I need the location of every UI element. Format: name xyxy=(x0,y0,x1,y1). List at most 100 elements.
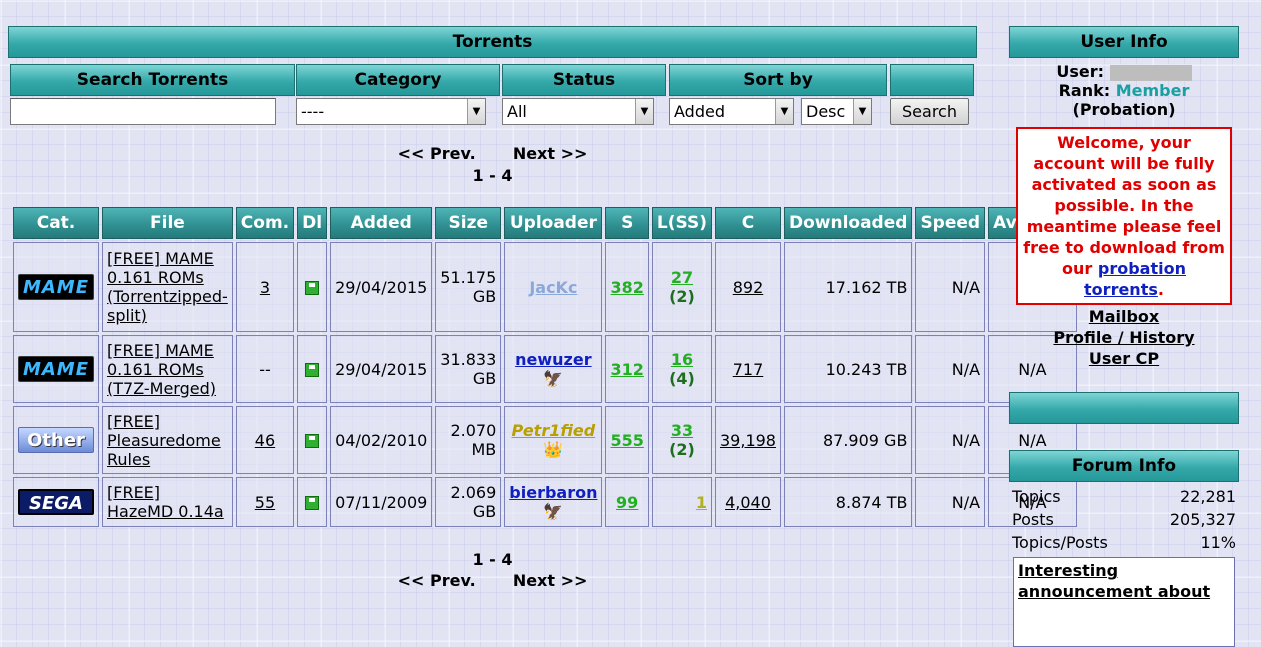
col-speed[interactable]: Speed xyxy=(915,207,986,239)
download-icon[interactable] xyxy=(305,496,320,510)
col-file[interactable]: File xyxy=(102,207,233,239)
leechers-cell: 27 (2) xyxy=(651,242,712,332)
chevron-down-icon: ▼ xyxy=(467,99,485,124)
leechers-link[interactable]: 27 xyxy=(671,268,693,287)
download-icon[interactable] xyxy=(305,363,320,377)
uploader-cell: Petr1fied 👑 xyxy=(504,406,603,474)
page-range-bottom: 1 - 4 xyxy=(472,550,513,569)
category-cell[interactable]: SEGA xyxy=(13,477,99,527)
superseeders-count: (2) xyxy=(669,287,695,306)
status-select[interactable]: All ▼ xyxy=(502,98,654,125)
speed-cell: N/A xyxy=(915,335,986,403)
file-link[interactable]: [FREE] Pleasuredome Rules xyxy=(107,412,221,469)
search-button[interactable]: Search xyxy=(890,98,969,125)
table-row: MAME [FREE] MAME 0.161 ROMs (T7Z-Merged)… xyxy=(13,335,1077,403)
mame-logo-icon[interactable]: MAME xyxy=(18,274,94,300)
category-header: Category xyxy=(296,64,500,96)
prev-link[interactable]: << Prev. xyxy=(398,571,476,590)
download-icon[interactable] xyxy=(305,281,320,295)
search-input[interactable] xyxy=(10,98,276,125)
sega-logo-icon[interactable]: SEGA xyxy=(18,489,94,515)
downloaded-cell: 17.162 TB xyxy=(783,242,913,332)
file-link[interactable]: [FREE] MAME 0.161 ROMs (Torrentzipped-sp… xyxy=(107,249,228,325)
forum-stat-value: 11% xyxy=(1200,533,1236,552)
next-link[interactable]: Next >> xyxy=(513,571,588,590)
seeders-cell: 555 xyxy=(605,406,649,474)
profile-history-link[interactable]: Profile / History xyxy=(1009,327,1239,348)
announcement-link[interactable]: Interesting announcement about xyxy=(1013,557,1235,647)
order-select[interactable]: Desc ▼ xyxy=(801,98,872,125)
leechers-cell: 33 (2) xyxy=(651,406,712,474)
category-cell[interactable]: MAME xyxy=(13,242,99,332)
seeders-link[interactable]: 555 xyxy=(610,431,643,450)
torrents-panel: Torrents Search Torrents Category Status… xyxy=(8,26,1077,590)
leechers-link[interactable]: 1 xyxy=(696,493,707,512)
category-cell[interactable]: MAME xyxy=(13,335,99,403)
prev-link[interactable]: << Prev. xyxy=(398,144,476,163)
downloaded-cell: 8.874 TB xyxy=(783,477,913,527)
uploader-link[interactable]: newuzer xyxy=(509,350,597,369)
col-cat[interactable]: Cat. xyxy=(13,207,99,239)
next-link[interactable]: Next >> xyxy=(513,144,588,163)
status-header: Status xyxy=(502,64,666,96)
comments-cell: 55 xyxy=(235,477,295,527)
col-uploader[interactable]: Uploader xyxy=(504,207,603,239)
comments-link[interactable]: 3 xyxy=(260,278,270,297)
leechers-link[interactable]: 33 xyxy=(671,421,693,440)
col-added[interactable]: Added xyxy=(330,207,433,239)
col-completed[interactable]: C xyxy=(715,207,781,239)
col-seeders[interactable]: S xyxy=(605,207,649,239)
comments-link[interactable]: 46 xyxy=(255,431,275,450)
sort-by-header: Sort by xyxy=(669,64,887,96)
forum-stat-row: Posts 205,327 xyxy=(1009,508,1239,531)
forum-stat-value: 22,281 xyxy=(1180,487,1236,506)
completed-link[interactable]: 4,040 xyxy=(725,493,771,512)
completed-cell: 39,198 xyxy=(715,406,781,474)
rank-label: Rank: xyxy=(1058,81,1111,100)
download-icon[interactable] xyxy=(305,434,320,448)
uploader-link[interactable]: Petr1fied xyxy=(509,421,597,440)
mailbox-link[interactable]: Mailbox xyxy=(1009,306,1239,327)
completed-cell: 4,040 xyxy=(715,477,781,527)
completed-link[interactable]: 39,198 xyxy=(720,431,776,450)
col-downloaded[interactable]: Downloaded xyxy=(783,207,913,239)
probation-torrents-link[interactable]: probation torrents xyxy=(1084,259,1186,299)
category-cell[interactable]: Other xyxy=(13,406,99,474)
file-link[interactable]: [FREE] MAME 0.161 ROMs (T7Z-Merged) xyxy=(107,341,216,398)
seeders-link[interactable]: 382 xyxy=(610,278,643,297)
col-size[interactable]: Size xyxy=(435,207,502,239)
forum-stat-row: Topics/Posts 11% xyxy=(1009,531,1239,554)
welcome-text: Welcome, your account will be fully acti… xyxy=(1023,133,1225,278)
file-link[interactable]: [FREE] HazeMD 0.14a xyxy=(107,483,224,521)
completed-cell: 717 xyxy=(715,335,781,403)
uploader-link[interactable]: bierbaron xyxy=(509,483,597,502)
col-com[interactable]: Com. xyxy=(235,207,295,239)
seeders-cell: 312 xyxy=(605,335,649,403)
user-cp-link[interactable]: User CP xyxy=(1009,348,1239,369)
leechers-link[interactable]: 16 xyxy=(671,350,693,369)
sidebar: User Info User: Rank: Member (Probation)… xyxy=(1009,26,1239,647)
page-range: 1 - 4 xyxy=(472,166,513,185)
completed-link[interactable]: 717 xyxy=(733,360,764,379)
other-category-icon[interactable]: Other xyxy=(18,427,94,453)
sort-by-select[interactable]: Added ▼ xyxy=(669,98,794,125)
downloaded-cell: 87.909 GB xyxy=(783,406,913,474)
uploader-link[interactable]: JacKc xyxy=(509,278,597,297)
comments-cell: 46 xyxy=(235,406,295,474)
torrents-table: Cat. File Com. Dl Added Size Uploader S … xyxy=(10,204,1080,530)
completed-link[interactable]: 892 xyxy=(733,278,764,297)
seeders-link[interactable]: 312 xyxy=(610,360,643,379)
forum-stat-row: Topics 22,281 xyxy=(1009,485,1239,508)
seeders-link[interactable]: 99 xyxy=(616,493,638,512)
added-cell: 07/11/2009 xyxy=(330,477,433,527)
order-select-value: Desc xyxy=(806,102,846,121)
comments-link[interactable]: 55 xyxy=(255,493,275,512)
col-dl: Dl xyxy=(297,207,328,239)
mame-logo-icon[interactable]: MAME xyxy=(18,356,94,382)
col-leechers[interactable]: L(SS) xyxy=(651,207,712,239)
category-select[interactable]: ---- ▼ xyxy=(296,98,486,125)
downloaded-cell: 10.243 TB xyxy=(783,335,913,403)
welcome-notice: Welcome, your account will be fully acti… xyxy=(1016,127,1232,305)
user-label: User: xyxy=(1056,62,1105,81)
speed-cell: N/A xyxy=(915,242,986,332)
